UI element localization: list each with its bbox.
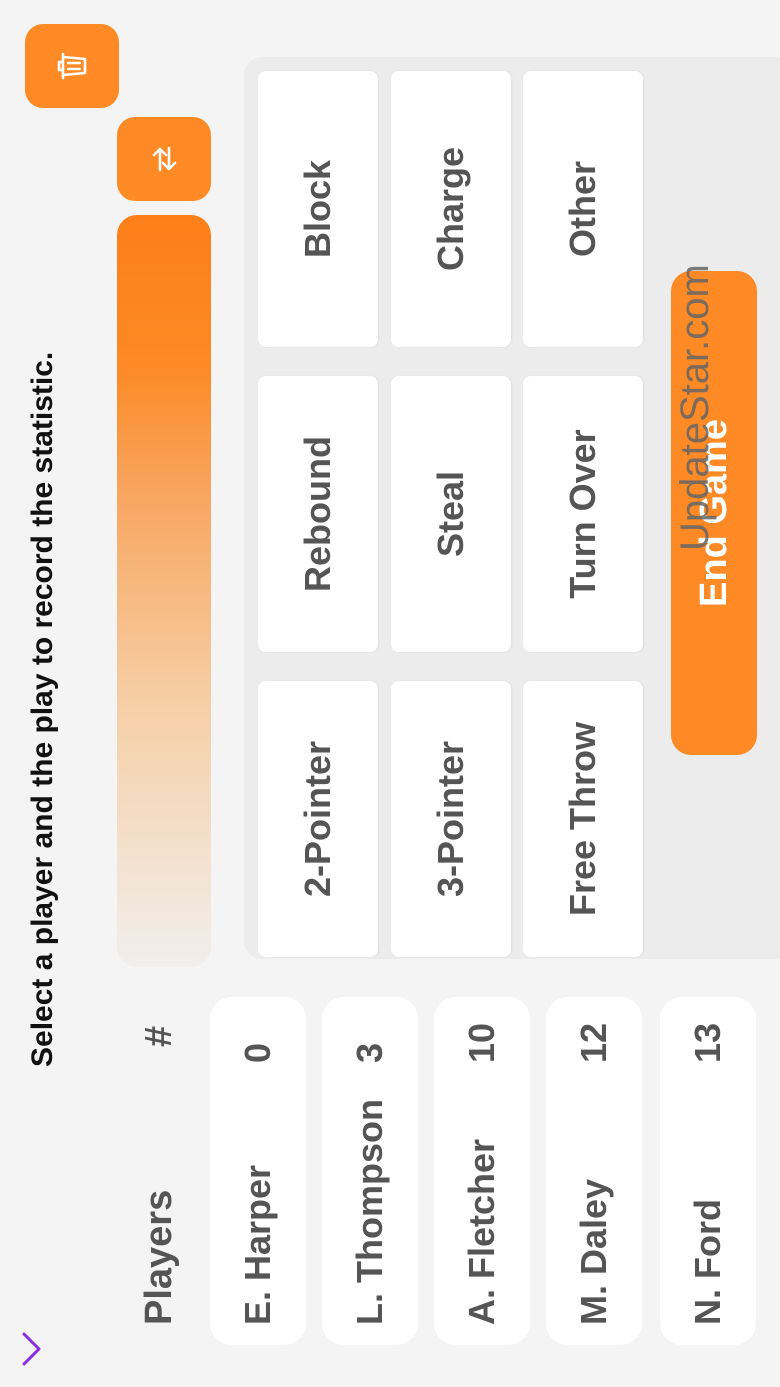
stat-button-block[interactable]: Block [258,71,378,347]
watermark: UpdateStar.com [673,264,717,551]
player-number: 0 [237,1042,278,1063]
number-header: # [138,1025,180,1047]
player-name: N. Ford [687,1199,728,1325]
delete-button[interactable] [25,24,119,108]
player-card[interactable]: N. Ford 13 [660,997,756,1345]
stat-button-steal[interactable]: Steal [391,376,511,652]
swap-button[interactable] [117,117,211,201]
stat-button-other[interactable]: Other [523,71,643,347]
stat-button-free-throw[interactable]: Free Throw [523,681,643,957]
stat-button-charge[interactable]: Charge [391,71,511,347]
stats-screen: Select a player and the play to record t… [0,0,780,1387]
player-card[interactable]: A. Fletcher 10 [434,997,530,1345]
stat-button-rebound[interactable]: Rebound [258,376,378,652]
player-card[interactable]: L. Thompson 3 [322,997,418,1345]
instruction-text: Select a player and the play to record t… [26,351,59,1067]
player-number: 12 [573,1022,614,1063]
stat-button-2-pointer[interactable]: 2-Pointer [258,681,378,957]
player-number: 3 [349,1042,390,1063]
gradient-bar [117,215,211,967]
players-header: Players [138,1189,180,1325]
trash-icon [57,52,87,80]
player-card[interactable]: E. Harper 0 [210,997,306,1345]
stat-button-turn-over[interactable]: Turn Over [523,376,643,652]
player-name: A. Fletcher [461,1138,502,1325]
chevron-down-icon[interactable] [12,1329,52,1369]
player-number: 13 [687,1022,728,1063]
swap-icon [152,146,177,172]
player-number: 10 [461,1022,502,1063]
player-card[interactable]: M. Daley 12 [546,997,642,1345]
player-name: L. Thompson [349,1099,390,1325]
player-name: M. Daley [573,1178,614,1325]
stat-button-3-pointer[interactable]: 3-Pointer [391,681,511,957]
player-name: E. Harper [237,1164,278,1325]
